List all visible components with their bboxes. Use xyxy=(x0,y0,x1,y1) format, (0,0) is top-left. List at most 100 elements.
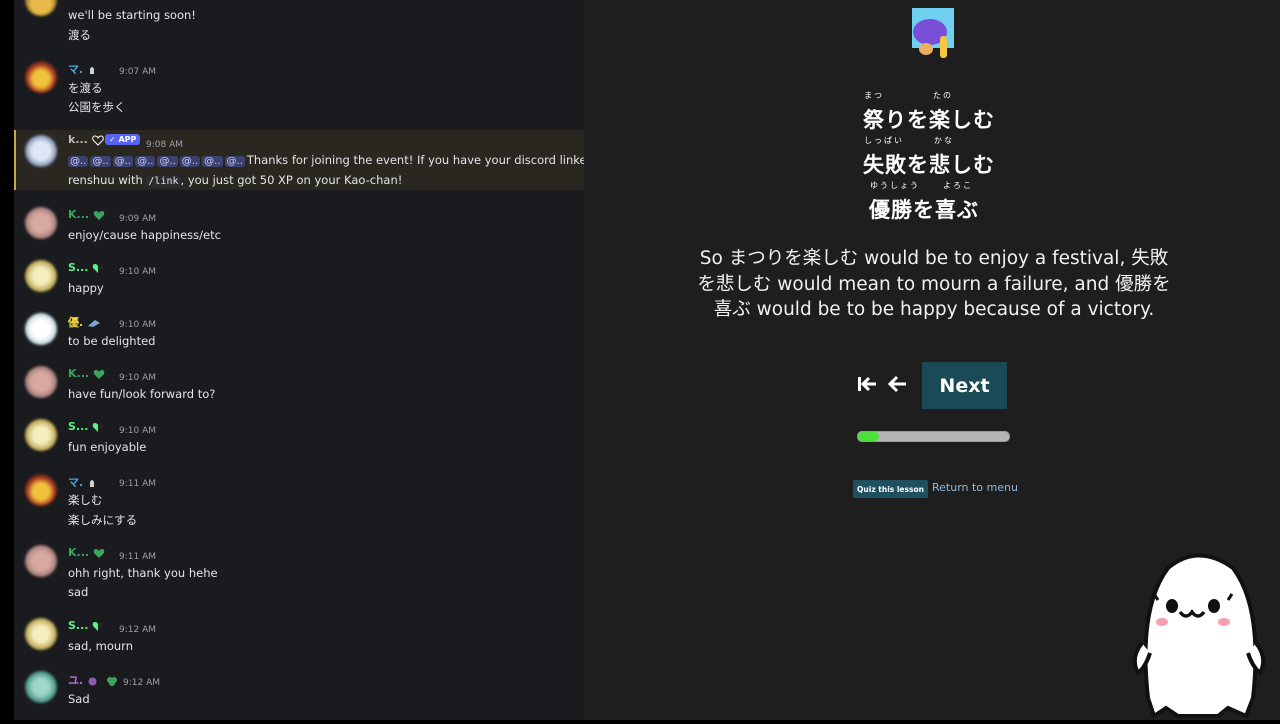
half-heart-icon xyxy=(92,621,104,631)
user-avatar[interactable] xyxy=(25,545,57,577)
user-avatar[interactable] xyxy=(25,671,57,703)
timestamp: 9:12 AM xyxy=(119,625,156,635)
next-button[interactable]: Next xyxy=(922,362,1007,409)
chat-message: 優. 9:10 AM to be delighted xyxy=(14,311,584,359)
timestamp: 9:10 AM xyxy=(119,373,156,383)
username[interactable]: マ. xyxy=(68,474,98,490)
username[interactable]: ユ. xyxy=(68,672,118,688)
user-avatar[interactable] xyxy=(25,0,57,16)
username[interactable]: S... xyxy=(68,619,104,632)
user-mention[interactable]: @.. xyxy=(179,156,201,167)
moon-icon xyxy=(87,676,98,686)
username[interactable]: S... xyxy=(68,261,104,274)
timestamp: 9:12 AM xyxy=(123,678,160,688)
bot-avatar[interactable] xyxy=(25,135,57,167)
chat-message: K... 9:11 AM ohh right, thank you hehe s… xyxy=(14,543,584,607)
username[interactable]: k... xyxy=(68,133,104,146)
timestamp: 9:07 AM xyxy=(119,67,156,77)
furigana: たの xyxy=(933,91,953,100)
message-text: 渡る xyxy=(68,28,91,42)
heart-icon xyxy=(93,369,105,379)
example-phrase: 失敗を悲しむ xyxy=(863,153,995,177)
username[interactable]: S... xyxy=(68,420,104,433)
chat-message: S... 9:10 AM fun enjoyable xyxy=(14,417,584,465)
user-mention[interactable]: @.. xyxy=(202,156,223,167)
user-avatar[interactable] xyxy=(25,260,57,292)
message-text: を渡る xyxy=(68,81,103,95)
message-text-part: , you just got 50 XP on your Kao-chan! xyxy=(180,173,403,187)
timestamp: 9:10 AM xyxy=(119,426,156,436)
heart-icon xyxy=(92,135,104,146)
back-arrow-icon[interactable] xyxy=(886,374,908,400)
message-text: we'll be starting soon! xyxy=(68,8,196,22)
user-avatar[interactable] xyxy=(25,366,57,398)
example-phrase: 優勝を喜ぶ xyxy=(869,198,979,222)
chat-message: K... 9:10 AM have fun/look forward to? xyxy=(14,364,584,412)
timestamp: 9:11 AM xyxy=(119,479,156,489)
message-text: sad xyxy=(68,585,89,599)
chat-panel: we'll be starting soon! 渡る マ. 9:07 AM を渡… xyxy=(14,0,584,720)
message-text-part: renshuu with xyxy=(68,173,147,187)
timestamp: 9:09 AM xyxy=(119,214,156,224)
username[interactable]: K... xyxy=(68,367,105,380)
user-mention[interactable]: @.. xyxy=(68,156,89,167)
message-text: to be delighted xyxy=(68,334,156,348)
quiz-lesson-button[interactable]: Quiz this lesson xyxy=(853,480,928,498)
half-heart-icon xyxy=(92,263,104,273)
message-text: sad, mourn xyxy=(68,639,133,653)
inline-code: /link xyxy=(146,176,181,187)
message-text: @.. @.. @.. @.. @.. @.. @.. @.. Thanks for joini… xyxy=(68,153,584,167)
message-text-part: Thanks for joining the event! If you hav… xyxy=(246,153,584,167)
user-avatar[interactable] xyxy=(25,474,57,506)
example-phrase: 祭りを楽しむ xyxy=(863,108,995,132)
user-avatar[interactable] xyxy=(25,419,57,451)
timestamp: 9:08 AM xyxy=(146,140,183,150)
user-avatar[interactable] xyxy=(25,313,57,345)
chat-message: マ. 9:11 AM 楽しむ 楽しみにする xyxy=(14,470,584,534)
chat-message: K... 9:09 AM enjoy/cause happiness/etc xyxy=(14,205,584,253)
user-mention[interactable]: @.. xyxy=(135,156,156,167)
message-text: happy xyxy=(68,281,104,295)
timestamp: 9:11 AM xyxy=(119,552,156,562)
user-mention[interactable]: @.. xyxy=(90,156,111,167)
heart-icon xyxy=(93,210,105,220)
message-text: Sad xyxy=(68,692,90,706)
user-mention[interactable]: @.. xyxy=(157,156,178,167)
message-text: ohh right, thank you hehe xyxy=(68,566,218,580)
message-text: fun enjoyable xyxy=(68,440,147,454)
first-page-icon[interactable] xyxy=(856,374,878,400)
lesson-explanation: So まつりを楽しむ would be to enjoy a festival,… xyxy=(697,248,1171,320)
message-text: 公園を歩く xyxy=(68,100,126,114)
role-badge-icon xyxy=(87,478,98,488)
timestamp: 9:10 AM xyxy=(119,320,156,330)
message-text: have fun/look forward to? xyxy=(68,387,216,401)
heart-icon xyxy=(93,548,105,558)
user-mention[interactable]: @.. xyxy=(112,156,134,167)
emoji-icon xyxy=(87,318,101,328)
chat-message-highlighted: k... ✓ APP 9:08 AM @.. @.. @.. @.. @.. @.. @..… xyxy=(14,130,584,190)
role-badge-icon xyxy=(87,65,98,75)
username[interactable]: K... xyxy=(68,208,105,221)
timestamp: 9:10 AM xyxy=(119,267,156,277)
user-avatar[interactable] xyxy=(25,61,57,93)
chat-message: S... 9:12 AM sad, mourn xyxy=(14,616,584,664)
user-avatar[interactable] xyxy=(25,207,57,239)
furigana: よろこ xyxy=(943,181,973,190)
message-text: renshuu with /link, you just got 50 XP o… xyxy=(68,173,402,187)
user-mention[interactable]: @.. xyxy=(224,156,245,167)
progress-fill xyxy=(858,432,880,441)
user-avatar[interactable] xyxy=(25,618,57,650)
half-heart-icon xyxy=(92,422,104,432)
chat-message: we'll be starting soon! 渡る xyxy=(14,0,584,52)
return-to-menu-link[interactable]: Return to menu xyxy=(932,481,1018,494)
message-text: 楽しみにする xyxy=(68,513,138,527)
message-text: enjoy/cause happiness/etc xyxy=(68,228,221,242)
username[interactable]: K... xyxy=(68,546,105,559)
furigana: かな xyxy=(934,136,954,145)
furigana: ゆうしょう xyxy=(870,181,920,190)
username[interactable]: マ. xyxy=(68,61,98,77)
username[interactable]: 優. xyxy=(68,314,101,330)
lesson-progress-bar xyxy=(857,431,1010,442)
app-badge: ✓ APP xyxy=(105,134,141,145)
chat-message: マ. 9:07 AM を渡る 公園を歩く xyxy=(14,56,584,122)
